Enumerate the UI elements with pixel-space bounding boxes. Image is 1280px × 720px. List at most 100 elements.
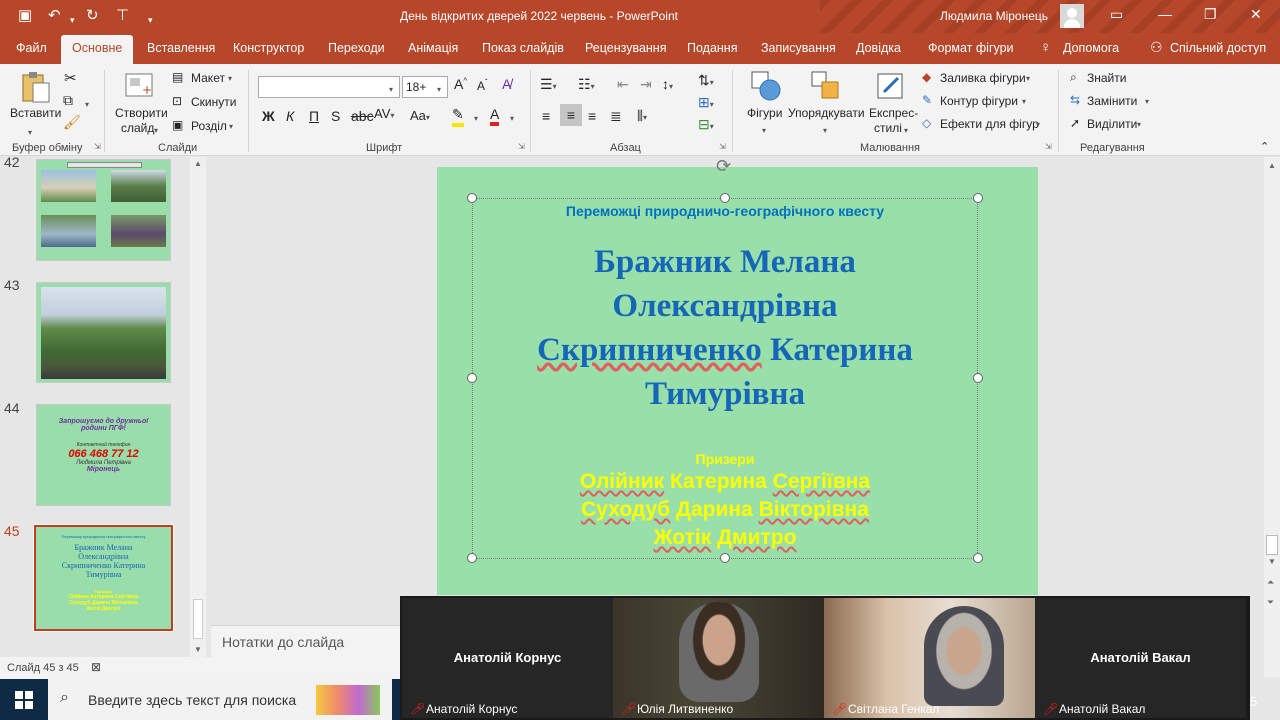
cut-icon[interactable]: ✂ bbox=[64, 69, 77, 87]
scroll-down-icon[interactable]: ▼ bbox=[194, 645, 202, 654]
tab-file[interactable]: Файл bbox=[16, 41, 47, 55]
scroll-thumb[interactable] bbox=[193, 599, 203, 639]
paragraph-launcher-icon[interactable]: ⇲ bbox=[719, 142, 726, 151]
font-name-combo[interactable]: ▾ bbox=[258, 76, 400, 98]
arrange-button[interactable]: Упорядкувати bbox=[788, 106, 865, 120]
bold-icon[interactable]: Ж bbox=[262, 108, 275, 124]
quick-styles-icon[interactable] bbox=[876, 70, 908, 102]
text-direction-icon[interactable]: ⇅▾ bbox=[698, 72, 714, 89]
highlight-dropdown-icon[interactable]: ▾ bbox=[474, 110, 478, 124]
quick-styles-dropdown-icon[interactable]: ▾ bbox=[904, 122, 908, 136]
participant-tile[interactable]: 🎤︎ Юлія Литвиненко bbox=[613, 598, 824, 718]
tab-animations[interactable]: Анімація bbox=[408, 41, 458, 55]
tab-shape-format[interactable]: Формат фігури bbox=[928, 41, 1014, 55]
scroll-down-icon[interactable]: ▼ bbox=[1268, 557, 1276, 566]
numbering-icon[interactable]: ☷▾ bbox=[578, 76, 595, 93]
minimize-icon[interactable]: — bbox=[1158, 6, 1172, 22]
underline-icon[interactable]: П bbox=[309, 108, 319, 124]
shape-effects-button[interactable]: Ефекти для фігур bbox=[940, 117, 1039, 131]
copy-icon[interactable]: ⧉ bbox=[63, 92, 73, 109]
previous-slide-icon[interactable]: ⏶ bbox=[1267, 577, 1274, 588]
slide-thumbnail-43[interactable] bbox=[36, 282, 171, 383]
font-color-icon[interactable]: A bbox=[490, 106, 500, 126]
shape-outline-dropdown-icon[interactable]: ▾ bbox=[1022, 93, 1026, 107]
font-launcher-icon[interactable]: ⇲ bbox=[518, 142, 525, 151]
paste-dropdown-icon[interactable]: ▾ bbox=[28, 124, 32, 138]
scroll-up-icon[interactable]: ▲ bbox=[194, 159, 202, 168]
accessibility-icon[interactable]: ⊠ bbox=[91, 660, 101, 674]
replace-button[interactable]: Замінити bbox=[1087, 94, 1137, 108]
customize-toolbar-icon[interactable]: ▾ bbox=[148, 11, 153, 29]
resize-handle[interactable] bbox=[973, 193, 983, 203]
editor-scrollbar[interactable]: ▲ ▼ ⏶ ⏷ bbox=[1264, 157, 1280, 677]
tab-insert[interactable]: Вставлення bbox=[147, 41, 215, 55]
font-name-dropdown-icon[interactable]: ▾ bbox=[389, 81, 393, 95]
bullets-icon[interactable]: ☰▾ bbox=[540, 76, 557, 93]
increase-indent-icon[interactable]: ⇥ bbox=[640, 76, 652, 93]
ribbon-display-icon[interactable]: ▭ bbox=[1110, 6, 1123, 23]
windows-start-icon[interactable] bbox=[15, 691, 33, 709]
section-dropdown-icon[interactable]: ▾ bbox=[229, 118, 233, 132]
smartart-icon[interactable]: ⊟▾ bbox=[698, 116, 714, 133]
justify-icon[interactable]: ≣ bbox=[610, 108, 622, 125]
layout-button[interactable]: Макет bbox=[191, 71, 225, 85]
find-button[interactable]: Знайти bbox=[1087, 71, 1126, 85]
select-button[interactable]: Виділити bbox=[1087, 117, 1137, 131]
shadow-icon[interactable]: S bbox=[331, 108, 340, 124]
notes-pane[interactable]: Нотатки до слайда bbox=[211, 625, 401, 657]
character-spacing-icon[interactable]: AV▾ bbox=[374, 106, 394, 121]
change-case-icon[interactable]: Aa▾ bbox=[410, 108, 430, 123]
arrange-icon[interactable] bbox=[810, 70, 842, 102]
select-dropdown-icon[interactable]: ▾ bbox=[1137, 116, 1141, 130]
clipboard-launcher-icon[interactable]: ⇲ bbox=[94, 142, 101, 151]
next-slide-icon[interactable]: ⏷ bbox=[1267, 597, 1274, 608]
arrange-dropdown-icon[interactable]: ▾ bbox=[823, 122, 827, 136]
restore-icon[interactable]: ❐ bbox=[1204, 6, 1217, 23]
highlight-icon[interactable]: ✎ bbox=[452, 106, 464, 127]
columns-icon[interactable]: ⫼▾ bbox=[637, 108, 647, 124]
section-button[interactable]: Розділ bbox=[191, 119, 227, 133]
tab-slide-show[interactable]: Показ слайдів bbox=[482, 41, 564, 55]
user-name[interactable]: Людмила Міронець bbox=[940, 9, 1048, 23]
undo-dropdown-icon[interactable]: ▾ bbox=[70, 11, 75, 29]
participant-tile[interactable]: Анатолій Корнус 🎤︎ Анатолій Корнус bbox=[402, 598, 613, 718]
participant-tile[interactable]: Анатолій Вакал 🎤︎ Анатолій Вакал bbox=[1035, 598, 1246, 718]
decrease-indent-icon[interactable]: ⇤ bbox=[617, 76, 629, 93]
resize-handle[interactable] bbox=[467, 553, 477, 563]
tab-view[interactable]: Подання bbox=[687, 41, 737, 55]
format-painter-icon[interactable]: 🖌 bbox=[63, 114, 81, 131]
paste-button[interactable]: Вставити bbox=[10, 106, 61, 120]
participant-tile[interactable]: 🎤︎ Світлана Генкал bbox=[824, 598, 1035, 718]
shape-outline-button[interactable]: Контур фігури bbox=[940, 94, 1018, 108]
increase-font-size-icon[interactable]: A^ bbox=[454, 76, 467, 92]
decrease-font-size-icon[interactable]: Aˇ bbox=[477, 78, 488, 93]
paste-icon[interactable] bbox=[20, 70, 52, 104]
resize-handle[interactable] bbox=[467, 193, 477, 203]
quick-styles-button[interactable]: Експрес- bbox=[869, 106, 918, 120]
font-size-dropdown-icon[interactable]: ▾ bbox=[437, 81, 441, 95]
taskbar-search-box[interactable]: ⌕ Введите здесь текст для поиска bbox=[48, 679, 392, 720]
thumbnails-scrollbar[interactable]: ▲ ▼ bbox=[190, 157, 206, 657]
save-icon[interactable]: ▣ bbox=[18, 7, 32, 25]
tab-help[interactable]: Довідка bbox=[856, 41, 901, 55]
tab-tell-me[interactable]: Допомога bbox=[1063, 41, 1119, 55]
shape-fill-dropdown-icon[interactable]: ▾ bbox=[1026, 70, 1030, 84]
align-left-icon[interactable]: ≡ bbox=[542, 108, 550, 124]
quick-styles-button-line2[interactable]: стилі bbox=[874, 121, 902, 135]
shapes-button[interactable]: Фігури bbox=[747, 106, 782, 120]
replace-dropdown-icon[interactable]: ▾ bbox=[1145, 93, 1149, 107]
italic-icon[interactable]: К bbox=[286, 108, 294, 124]
clear-formatting-icon[interactable]: A̸ bbox=[502, 76, 511, 92]
undo-icon[interactable]: ↶ bbox=[48, 7, 61, 25]
new-slide-button-line2[interactable]: слайд bbox=[121, 121, 154, 135]
scroll-thumb[interactable] bbox=[1266, 535, 1278, 555]
reset-button[interactable]: Скинути bbox=[191, 95, 236, 109]
slide-thumbnail-45[interactable]: Переможці природничо-географічного квест… bbox=[33, 524, 174, 632]
font-color-dropdown-icon[interactable]: ▾ bbox=[510, 110, 514, 124]
new-slide-dropdown-icon[interactable]: ▾ bbox=[154, 122, 158, 136]
shape-effects-dropdown-icon[interactable]: ▾ bbox=[1036, 116, 1040, 130]
redo-icon[interactable]: ↻ bbox=[86, 7, 99, 25]
close-icon[interactable]: ✕ bbox=[1250, 6, 1262, 23]
shapes-dropdown-icon[interactable]: ▾ bbox=[762, 122, 766, 136]
resize-handle[interactable] bbox=[973, 553, 983, 563]
